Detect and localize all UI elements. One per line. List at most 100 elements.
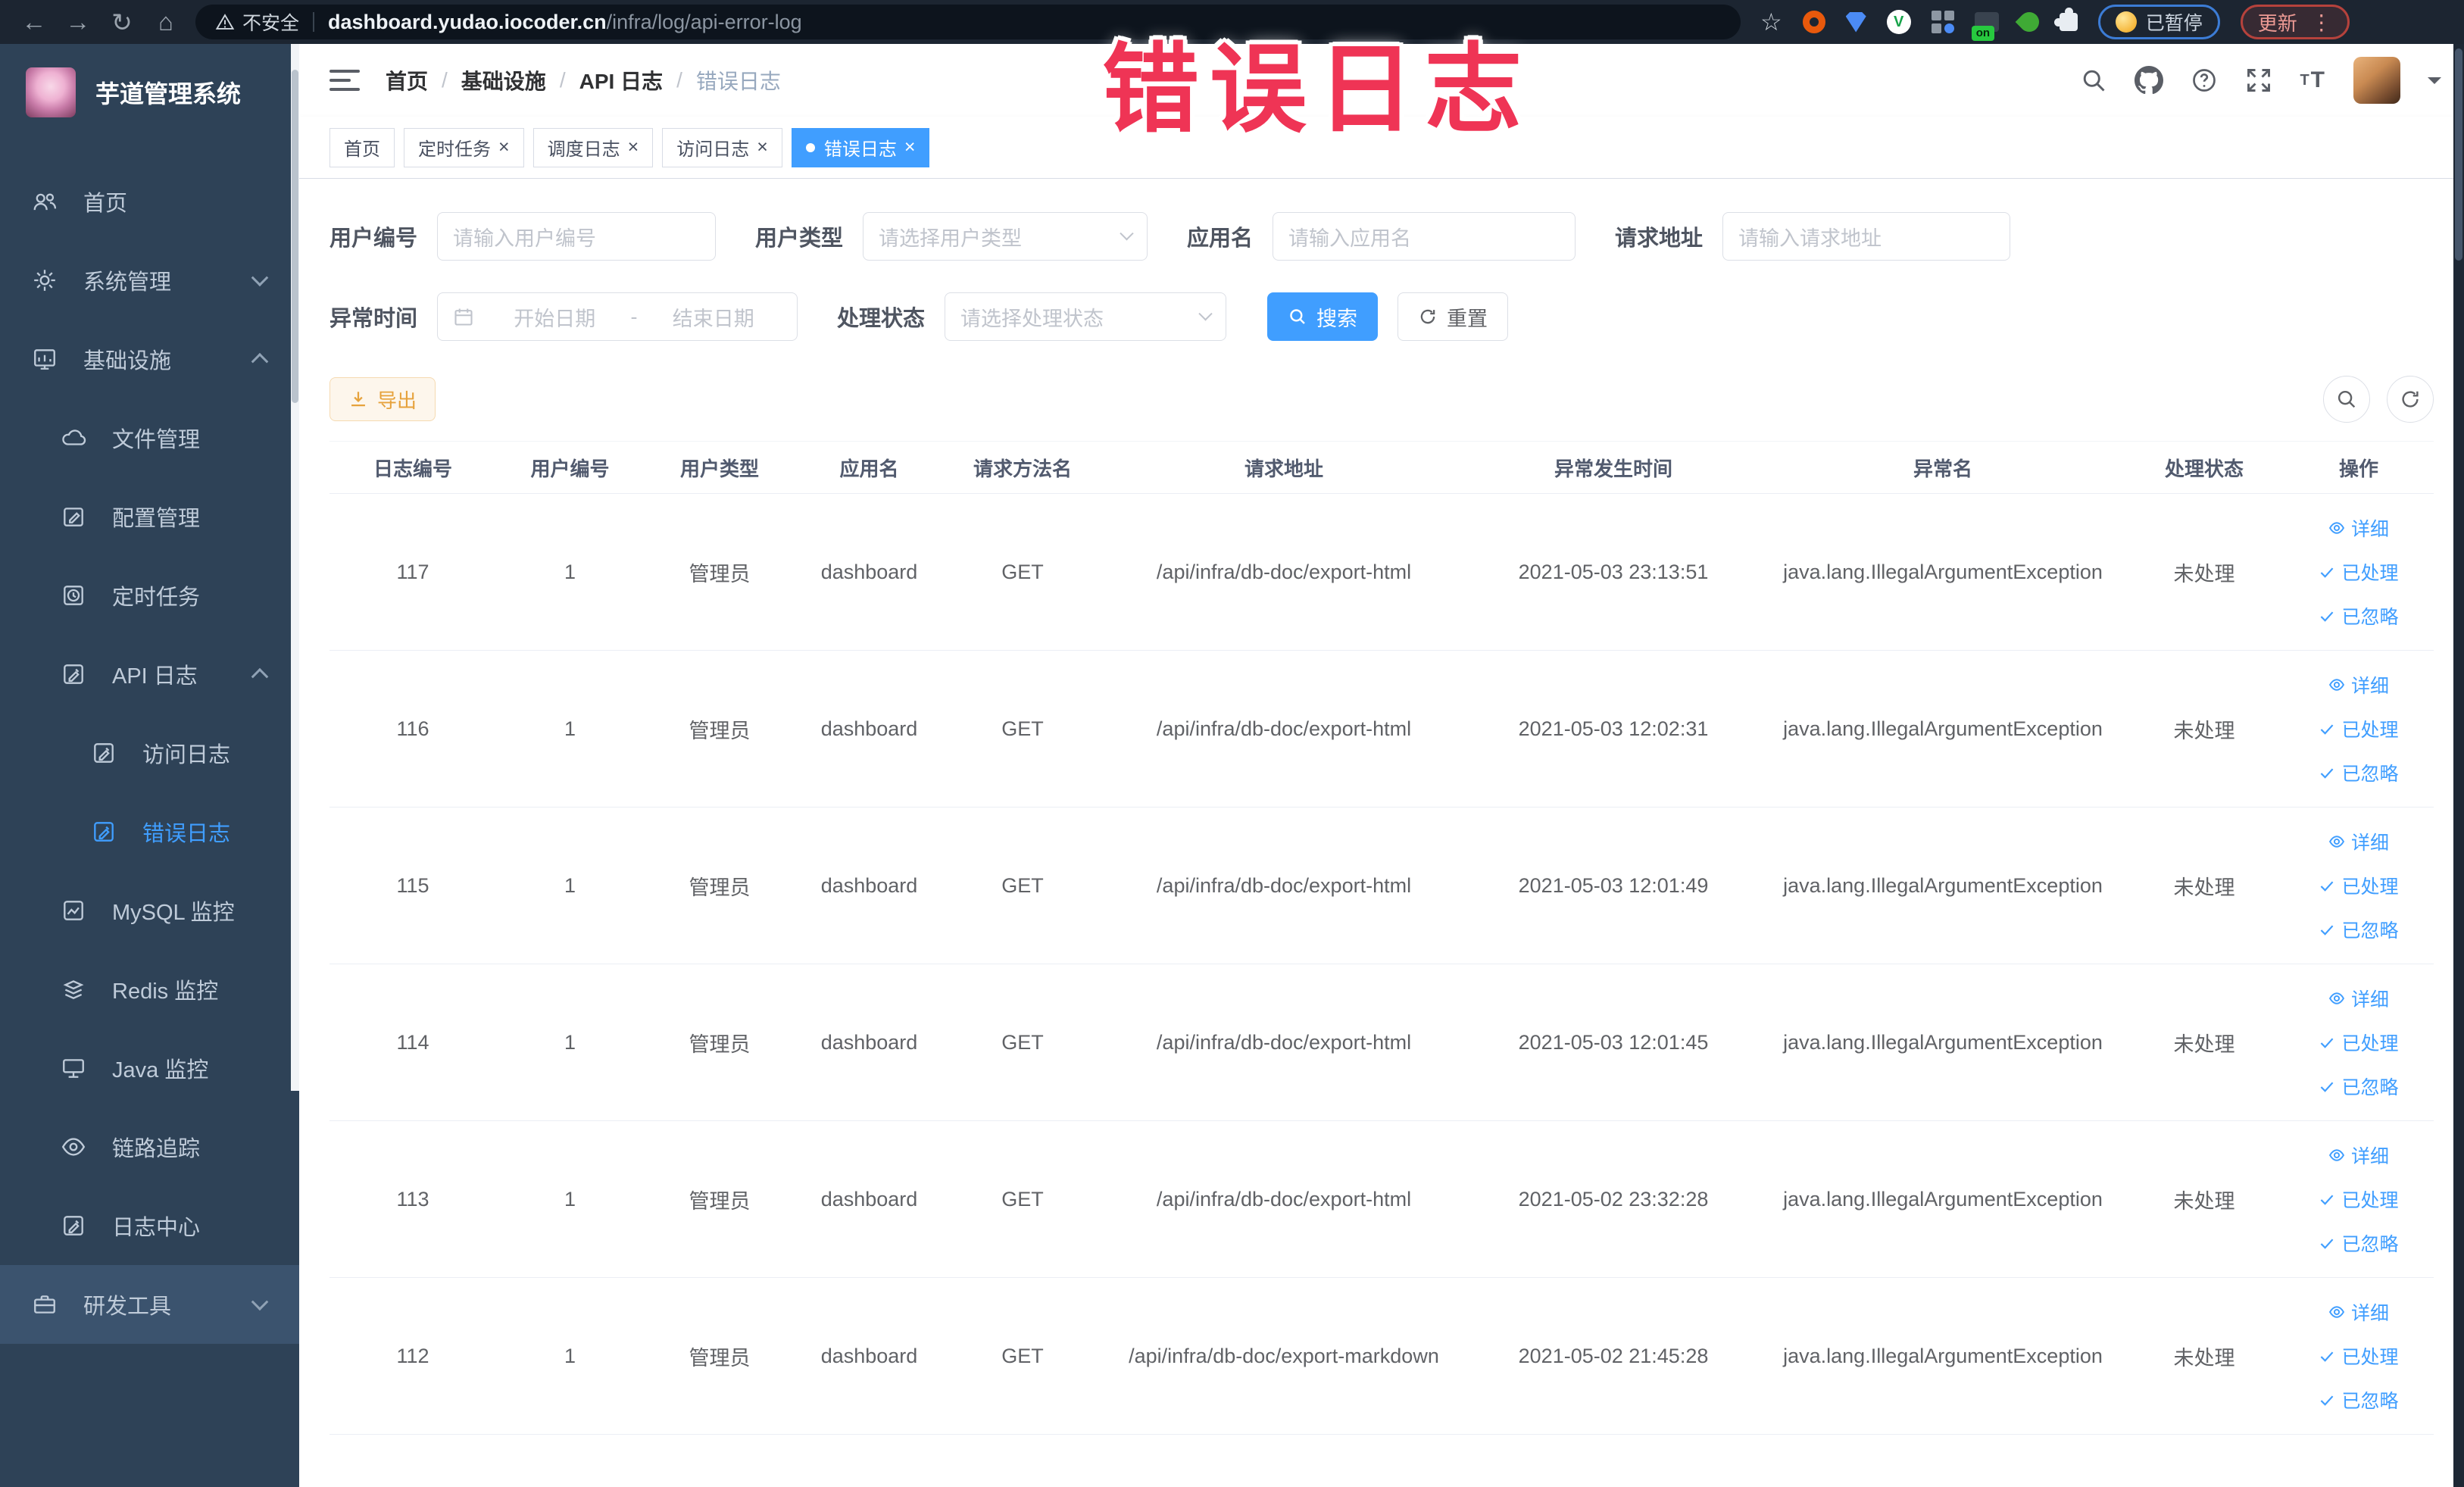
cell-method: GET <box>1001 1187 1044 1211</box>
sidebar-item-9[interactable]: MySQL 监控 <box>0 871 299 950</box>
sidebar-item-10[interactable]: Redis 监控 <box>0 950 299 1029</box>
column-header-5: 请求地址 <box>1244 457 1323 480</box>
sidebar-item-1[interactable]: 系统管理 <box>0 241 299 320</box>
extension-leaf-icon[interactable] <box>2015 8 2044 36</box>
tools-icon <box>34 1295 55 1314</box>
action-check-link[interactable]: 已忽略 <box>2319 602 2399 629</box>
github-icon[interactable] <box>2135 66 2164 95</box>
app-page: 芋道管理系统 首页 系统管理 基础设施 文件管理 配置管理 定时任务 API 日志 访问日志错… <box>0 44 2464 1487</box>
sidebar-item-label: 定时任务 <box>112 586 201 610</box>
extension-orange-icon[interactable] <box>1802 11 1825 33</box>
sidebar-item-5[interactable]: 定时任务 <box>0 556 299 635</box>
breadcrumb-item-1[interactable]: 基础设施 <box>461 65 546 95</box>
chevron-up-icon <box>251 352 269 370</box>
column-header-3: 应用名 <box>839 457 899 480</box>
search-button[interactable]: 搜索 <box>1267 292 1379 341</box>
app-logo[interactable]: 芋道管理系统 <box>0 44 299 141</box>
action-check-link[interactable]: 已忽略 <box>2319 1229 2399 1257</box>
reload-icon[interactable]: ↻ <box>100 5 144 39</box>
extensions-puzzle-icon[interactable] <box>2053 8 2078 31</box>
action-check-link[interactable]: 已处理 <box>2319 1029 2399 1056</box>
sidebar-item-12[interactable]: 链路追踪 <box>0 1107 299 1186</box>
avatar[interactable] <box>2353 57 2400 104</box>
user-id-input[interactable]: 请输入用户编号 <box>437 212 717 261</box>
action-check-link[interactable]: 已忽略 <box>2319 759 2399 786</box>
sidebar-item-label: 日志中心 <box>112 1216 201 1240</box>
sidebar-item-label: 研发工具 <box>83 1295 172 1319</box>
process-status-select[interactable]: 请选择处理状态 <box>945 292 1227 341</box>
breadcrumb-item-0[interactable]: 首页 <box>386 65 428 95</box>
search-icon[interactable] <box>2080 67 2107 94</box>
close-tab-icon[interactable]: × <box>498 138 510 157</box>
cell-time: 2021-05-02 23:32:28 <box>1518 1187 1709 1211</box>
action-check-link[interactable]: 已处理 <box>2319 872 2399 899</box>
sidebar-item-7[interactable]: 访问日志 <box>0 714 299 792</box>
sidebar-item-8[interactable]: 错误日志 <box>0 792 299 871</box>
sidebar-item-3[interactable]: 文件管理 <box>0 398 299 477</box>
action-check-link[interactable]: 已忽略 <box>2319 916 2399 943</box>
help-icon[interactable] <box>2191 67 2218 94</box>
sidebar-item-14[interactable]: 研发工具 <box>0 1265 299 1344</box>
action-view-link[interactable]: 详细 <box>2328 985 2389 1012</box>
browser-menu-icon[interactable]: ⋮ <box>2311 10 2332 35</box>
tab-1[interactable]: 定时任务 × <box>404 127 524 167</box>
table-row: 115 1 管理员 dashboard GET/api/infra/db-doc/exp… <box>329 808 2434 964</box>
action-view-link[interactable]: 详细 <box>2328 1142 2389 1169</box>
sidebar-item-6[interactable]: API 日志 <box>0 635 299 714</box>
sidebar-item-4[interactable]: 配置管理 <box>0 477 299 556</box>
hide-search-button[interactable] <box>2323 376 2370 423</box>
sidebar-item-0[interactable]: 首页 <box>0 162 299 241</box>
hamburger-icon[interactable] <box>329 70 360 91</box>
page-scrollbar[interactable] <box>2453 44 2464 1487</box>
bookmark-star-icon[interactable]: ☆ <box>1760 8 1782 36</box>
refresh-button[interactable] <box>2387 376 2434 423</box>
sidebar-item-2[interactable]: 基础设施 <box>0 320 299 398</box>
action-check-link[interactable]: 已忽略 <box>2319 1073 2399 1100</box>
tab-4[interactable]: 错误日志 × <box>791 127 930 167</box>
sidebar: 芋道管理系统 首页 系统管理 基础设施 文件管理 配置管理定时任务 API 日志 访问日志错… <box>0 44 299 1487</box>
export-button[interactable]: 导出 <box>329 377 436 421</box>
action-view-link[interactable]: 详细 <box>2328 514 2389 542</box>
action-view-link[interactable]: 详细 <box>2328 828 2389 855</box>
tab-2[interactable]: 调度日志 × <box>532 127 654 167</box>
close-tab-icon[interactable]: × <box>628 138 639 157</box>
home-icon[interactable]: ⌂ <box>144 5 188 39</box>
request-url-input[interactable]: 请输入请求地址 <box>1722 212 2011 261</box>
tab-0[interactable]: 首页 <box>329 127 395 167</box>
forward-icon[interactable]: → <box>56 5 100 39</box>
sidebar-item-11[interactable]: Java 监控 <box>0 1029 299 1107</box>
fullscreen-icon[interactable] <box>2245 67 2272 94</box>
breadcrumb-item-2[interactable]: API 日志 <box>579 65 663 95</box>
extension-switch-icon[interactable]: on <box>1971 12 1999 41</box>
tab-3[interactable]: 访问日志 × <box>662 127 782 167</box>
browser-update-button[interactable]: 更新 ⋮ <box>2240 5 2350 39</box>
action-check-link[interactable]: 已处理 <box>2319 1342 2399 1370</box>
sidebar-item-label: 错误日志 <box>142 822 231 846</box>
action-view-link[interactable]: 详细 <box>2328 1298 2389 1326</box>
date-range-input[interactable]: 开始日期 - 结束日期 <box>437 292 798 341</box>
paused-extension-badge[interactable]: 已暂停 <box>2097 5 2220 39</box>
reset-button[interactable]: 重置 <box>1398 292 1509 341</box>
action-check-link[interactable]: 已处理 <box>2319 558 2399 586</box>
font-size-icon[interactable]: TT <box>2300 67 2326 93</box>
user-type-select[interactable]: 请选择用户类型 <box>863 212 1148 261</box>
action-check-link[interactable]: 已处理 <box>2319 715 2399 742</box>
tab-label: 调度日志 <box>547 139 620 160</box>
sidebar-scrollbar-thumb[interactable] <box>292 70 298 403</box>
extension-grid-icon[interactable] <box>1931 11 1954 33</box>
app-name-input[interactable]: 请输入应用名 <box>1273 212 1576 261</box>
extension-shield-icon[interactable] <box>1845 11 1866 33</box>
sidebar-scrollbar[interactable] <box>291 44 299 1091</box>
cell-exception: java.lang.IllegalArgumentException <box>1783 560 2103 583</box>
action-check-link[interactable]: 已忽略 <box>2319 1386 2399 1414</box>
chevron-down-icon[interactable] <box>2428 77 2441 91</box>
sidebar-item-label: Redis 监控 <box>112 979 219 1004</box>
close-tab-icon[interactable]: × <box>757 138 768 157</box>
action-view-link[interactable]: 详细 <box>2328 671 2389 698</box>
extension-green-icon[interactable]: V <box>1886 10 1911 34</box>
sidebar-item-13[interactable]: 日志中心 <box>0 1186 299 1265</box>
close-tab-icon[interactable]: × <box>904 138 916 157</box>
action-check-link[interactable]: 已处理 <box>2319 1186 2399 1213</box>
page-scrollbar-thumb[interactable] <box>2455 48 2462 261</box>
back-icon[interactable]: ← <box>12 5 56 39</box>
